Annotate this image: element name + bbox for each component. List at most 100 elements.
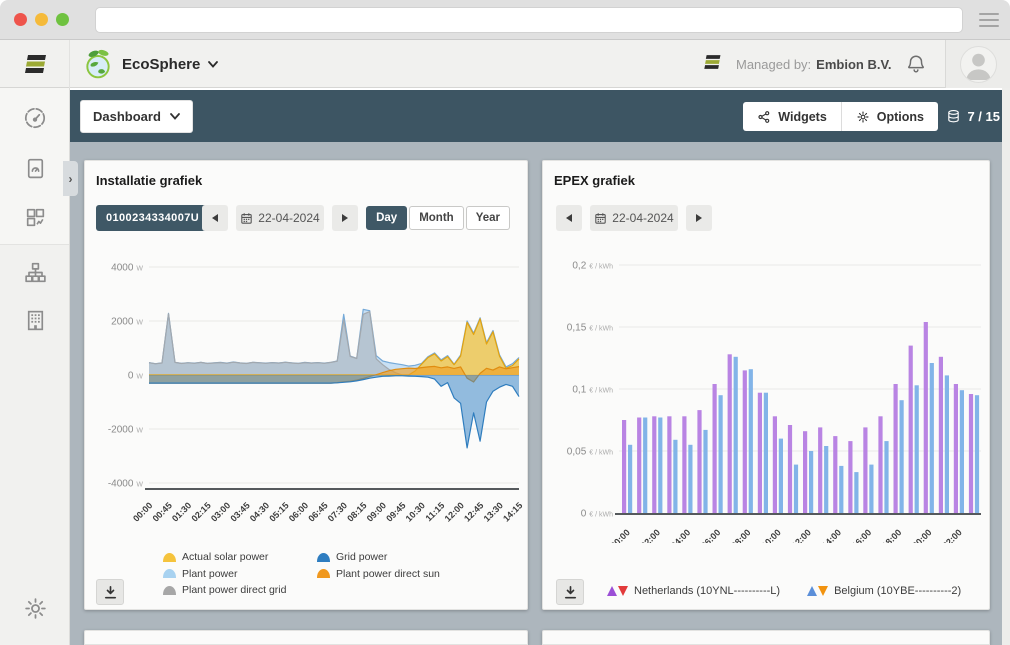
svg-text:2000W: 2000W: [111, 317, 143, 328]
dashboard-toolbar: Dashboard Widgets Options: [70, 90, 1010, 142]
download-chart-button[interactable]: [556, 579, 584, 605]
prev-date-button[interactable]: [556, 205, 582, 231]
svg-text:02:15: 02:15: [189, 500, 212, 523]
managed-by: Managed by: Embion B.V.: [736, 40, 892, 88]
svg-text:11:15: 11:15: [424, 500, 447, 523]
svg-text:16:00: 16:00: [850, 527, 873, 543]
chevron-right-icon: ›: [69, 172, 73, 186]
legend-item[interactable]: Plant power: [163, 566, 286, 583]
range-year-button[interactable]: Year: [466, 206, 510, 230]
dashboard-content: Installatie grafiek 0100234334007U 22-04…: [70, 142, 1002, 645]
workspace-switcher[interactable]: EcoSphere: [82, 40, 218, 88]
legend-item[interactable]: Plant power direct grid: [163, 582, 286, 599]
user-menu[interactable]: [945, 40, 1010, 88]
svg-text:20:00: 20:00: [910, 527, 933, 543]
legend-item[interactable]: Actual solar power: [163, 549, 286, 566]
legend-item[interactable]: Plant power direct sun: [317, 566, 440, 583]
sidebar-item-reports[interactable]: [15, 148, 55, 188]
options-button[interactable]: Options: [841, 102, 938, 131]
sidebar-item-sitemap[interactable]: [15, 252, 55, 292]
svg-text:09:00: 09:00: [365, 500, 388, 523]
url-bar[interactable]: [95, 7, 963, 33]
dashboard-selector-button[interactable]: Dashboard: [80, 100, 193, 133]
report-document-icon: [23, 156, 48, 181]
sidebar-item-buildings[interactable]: [15, 300, 55, 340]
svg-text:03:00: 03:00: [209, 500, 232, 523]
widget-stub: [542, 630, 990, 645]
widgets-button[interactable]: Widgets: [743, 102, 841, 131]
next-date-button[interactable]: [332, 205, 358, 231]
legend-label: Belgium (10YBE----------2): [834, 585, 961, 597]
date-picker-button[interactable]: 22-04-2024: [236, 205, 324, 231]
svg-text:06:00: 06:00: [699, 527, 722, 543]
svg-text:12:00: 12:00: [443, 500, 466, 523]
triangle-up-icon: [607, 586, 617, 596]
layers-stack-icon: [946, 109, 961, 124]
download-icon: [103, 585, 118, 600]
triangle-down-icon: [818, 586, 828, 596]
svg-text:14:15: 14:15: [501, 500, 524, 523]
sidebar-item-widgets[interactable]: [15, 197, 55, 237]
legend-swatch-icon: [317, 553, 330, 562]
expand-sidebar-tab[interactable]: ›: [63, 161, 78, 196]
svg-text:08:15: 08:15: [345, 500, 368, 523]
chevron-down-icon: [170, 113, 180, 120]
widgets-grid-icon: [23, 205, 48, 230]
date-picker-button[interactable]: 22-04-2024: [590, 205, 678, 231]
chevron-down-icon: [208, 61, 218, 68]
browser-menu-icon[interactable]: [979, 13, 999, 27]
options-button-label: Options: [877, 110, 924, 124]
svg-text:12:45: 12:45: [462, 500, 485, 523]
epex-legend: Netherlands (10YNL----------L) Belgium (1…: [607, 585, 961, 597]
svg-text:00:00: 00:00: [609, 527, 632, 543]
range-month-button[interactable]: Month: [409, 206, 463, 230]
widgets-icon: [757, 110, 771, 124]
embion-mini-logo-icon: [702, 53, 722, 76]
prev-date-button[interactable]: [202, 205, 228, 231]
legend-label: Plant power direct sun: [336, 568, 440, 580]
calendar-icon: [594, 212, 607, 225]
svg-text:0€ / kWh: 0€ / kWh: [581, 509, 613, 520]
range-day-button[interactable]: Day: [366, 206, 407, 230]
svg-text:14:00: 14:00: [820, 527, 843, 543]
legend-item[interactable]: Netherlands (10YNL----------L): [607, 585, 780, 597]
svg-text:10:30: 10:30: [404, 500, 427, 523]
next-date-button[interactable]: [686, 205, 712, 231]
legend-swatch-icon: [163, 553, 176, 562]
avatar: [960, 46, 997, 83]
legend-item[interactable]: Belgium (10YBE----------2): [807, 585, 961, 597]
installatie-area-chart: 4000W2000W0W-2000W-4000W00:0000:4501:300…: [85, 243, 529, 543]
browser-chrome: [0, 0, 1010, 40]
svg-text:02:00: 02:00: [639, 527, 662, 543]
legend-swatch-icon: [317, 569, 330, 578]
sidebar-item-dashboard[interactable]: [15, 98, 55, 138]
scrollbar-track[interactable]: [1002, 88, 1010, 645]
sidebar-item-settings[interactable]: [15, 588, 55, 628]
epex-bar-chart: 0,2€ / kWh0,15€ / kWh0,1€ / kWh0,05€ / k…: [543, 243, 991, 543]
svg-text:0,1€ / kWh: 0,1€ / kWh: [572, 385, 613, 396]
installation-serial-badge[interactable]: 0100234334007U: [96, 205, 209, 231]
download-chart-button[interactable]: [96, 579, 124, 605]
y-axis-labels: 4000W2000W0W-2000W-4000W: [108, 263, 144, 490]
close-window-button[interactable]: [14, 13, 27, 26]
managed-by-company: Embion B.V.: [816, 57, 891, 72]
notifications-button[interactable]: [905, 53, 927, 80]
legend-label: Netherlands (10YNL----------L): [634, 585, 780, 597]
legend-label: Actual solar power: [182, 551, 268, 563]
svg-text:05:15: 05:15: [267, 500, 290, 523]
svg-text:01:30: 01:30: [170, 500, 193, 523]
app-header: EcoSphere Managed by: Embion B.V.: [0, 40, 1010, 88]
widget-title: Installatie grafiek: [96, 173, 202, 188]
svg-text:06:00: 06:00: [287, 500, 310, 523]
widget-counter-text: 7 / 15: [967, 109, 1000, 124]
minimize-window-button[interactable]: [35, 13, 48, 26]
svg-text:12:00: 12:00: [790, 527, 813, 543]
maximize-window-button[interactable]: [56, 13, 69, 26]
triangle-up-icon: [807, 586, 817, 596]
arrow-right-icon: [696, 214, 702, 222]
embion-logo: [0, 40, 70, 88]
legend-swatch-icon: [163, 569, 176, 578]
legend-label: Grid power: [336, 551, 387, 563]
legend-item[interactable]: Grid power: [317, 549, 440, 566]
ecosphere-logo-icon: [82, 48, 114, 80]
